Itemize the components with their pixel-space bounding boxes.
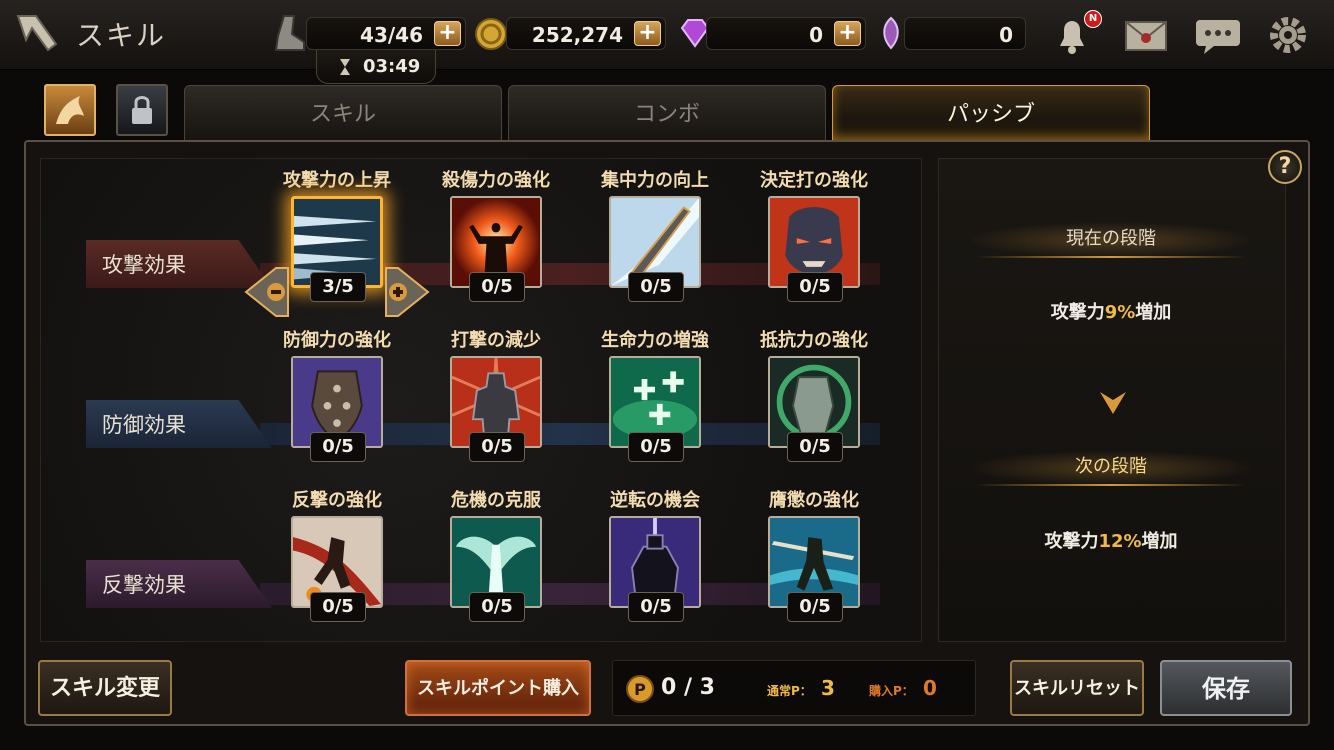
notification-button[interactable]: N <box>1046 10 1102 58</box>
help-button[interactable]: ? <box>1268 150 1302 184</box>
skill-name: 抵抗力の強化 <box>760 330 868 351</box>
skill-points-display: P 0 / 3 通常P： 3 購入P： 0 <box>612 660 976 716</box>
dragon-icon <box>56 96 84 124</box>
level-down-button[interactable] <box>242 264 292 320</box>
skill-level: 0/5 <box>469 592 525 622</box>
next-effect-suffix: 増加 <box>1141 531 1178 552</box>
skill-name: 逆転の機会 <box>610 490 700 511</box>
chat-icon[interactable] <box>1192 12 1244 58</box>
save-button[interactable]: 保存 <box>1160 660 1292 716</box>
skill-points-value: 0 / 3 <box>661 675 715 700</box>
skill-level: 0/5 <box>310 432 366 462</box>
next-effect-prefix: 攻撃力 <box>1044 531 1099 552</box>
skill-level: 0/5 <box>628 272 684 302</box>
skill-decisive-blow[interactable]: 決定打の強化 0/5 <box>744 166 884 302</box>
notification-badge: N <box>1084 10 1102 28</box>
current-effect-suffix: 増加 <box>1135 302 1172 323</box>
skill-level: 0/5 <box>628 592 684 622</box>
skill-defense-up[interactable]: 防御力の強化 0/5 <box>267 326 407 462</box>
gold-counter: 252,274 + <box>506 17 666 50</box>
gear-icon[interactable] <box>1262 12 1314 58</box>
page-title: スキル <box>76 19 167 52</box>
gem-plus-button[interactable]: + <box>834 21 861 46</box>
stamina-timer-text: 03:49 <box>363 56 421 77</box>
skill-name: 危機の克服 <box>451 490 541 511</box>
boot-icon <box>274 15 305 51</box>
skill-attack-up[interactable]: 攻撃力の上昇 3/5 <box>267 166 407 302</box>
skill-level: 0/5 <box>469 272 525 302</box>
stamina-timer: 03:49 <box>316 50 436 84</box>
purchase-points-value: 0 <box>923 676 937 700</box>
gold-value: 252,274 <box>531 23 623 47</box>
stamina-plus-button[interactable]: + <box>434 21 461 46</box>
svg-text:P: P <box>634 680 646 699</box>
back-arrow-icon[interactable] <box>12 10 64 56</box>
top-bar: スキル 43/46 + 03:49 252,274 + 0 + 0 N <box>0 0 1334 84</box>
dragon-mode-button[interactable] <box>44 84 96 136</box>
skill-name: 攻撃力の上昇 <box>283 170 391 191</box>
skill-level: 0/5 <box>787 432 843 462</box>
change-skill-button[interactable]: スキル変更 <box>38 660 172 716</box>
skill-lethality[interactable]: 殺傷力の強化 0/5 <box>426 166 566 302</box>
purchase-points-label: 購入P： <box>869 684 914 698</box>
skill-reversal-chance[interactable]: 逆転の機会 0/5 <box>585 486 725 622</box>
current-stage-label: 現在の段階 <box>966 222 1256 258</box>
skill-name: 膺懲の強化 <box>769 490 859 511</box>
hourglass-icon <box>340 59 350 75</box>
stamina-counter: 43/46 + <box>306 17 466 50</box>
skill-level: 0/5 <box>787 272 843 302</box>
special-currency-value: 0 <box>999 23 1013 47</box>
normal-points-value: 3 <box>821 676 835 700</box>
skill-level: 3/5 <box>310 272 366 302</box>
mail-icon[interactable] <box>1120 12 1172 58</box>
current-effect-value: 9% <box>1104 302 1136 323</box>
skill-name: 打撃の減少 <box>451 330 541 351</box>
tab-skill[interactable]: スキル <box>184 85 502 141</box>
skill-focus-up[interactable]: 集中力の向上 0/5 <box>585 166 725 302</box>
level-up-button[interactable] <box>382 264 432 320</box>
skill-level: 0/5 <box>787 592 843 622</box>
next-stage-text: 攻撃力12%増加 <box>966 527 1256 553</box>
gem-counter: 0 + <box>706 17 866 50</box>
current-stage-text: 攻撃力9%増加 <box>966 298 1256 324</box>
skill-overcome-crisis[interactable]: 危機の克服 0/5 <box>426 486 566 622</box>
skill-level: 0/5 <box>310 592 366 622</box>
stamina-value: 43/46 <box>360 23 423 47</box>
skill-name: 殺傷力の強化 <box>442 170 550 191</box>
tab-combo[interactable]: コンボ <box>508 85 826 141</box>
point-coin-icon: P <box>626 675 654 703</box>
skill-level: 0/5 <box>469 432 525 462</box>
skill-name: 反撃の強化 <box>292 490 382 511</box>
normal-points-label: 通常P： <box>767 684 812 698</box>
skill-name: 防御力の強化 <box>283 330 391 351</box>
skill-name: 決定打の強化 <box>760 170 868 191</box>
skill-vitality-boost[interactable]: 生命力の増強 0/5 <box>585 326 725 462</box>
tab-passive[interactable]: パッシブ <box>832 85 1150 141</box>
skill-level: 0/5 <box>628 432 684 462</box>
gem-value: 0 <box>809 23 823 47</box>
current-effect-prefix: 攻撃力 <box>1050 302 1105 323</box>
special-currency-counter: 0 <box>904 17 1026 50</box>
skill-name: 生命力の増強 <box>601 330 709 351</box>
chevron-down-icon <box>1100 392 1126 414</box>
gold-plus-button[interactable]: + <box>634 21 661 46</box>
skill-chastise-up[interactable]: 膺懲の強化 0/5 <box>744 486 884 622</box>
gold-coin-icon <box>475 18 507 50</box>
lock-icon <box>132 96 152 124</box>
next-stage-label: 次の段階 <box>966 450 1256 486</box>
buy-skill-points-button[interactable]: スキルポイント購入 <box>405 660 591 716</box>
next-effect-value: 12% <box>1098 531 1142 552</box>
skill-name: 集中力の向上 <box>601 170 709 191</box>
skill-reset-button[interactable]: スキルリセット <box>1010 660 1144 716</box>
skill-damage-reduction[interactable]: 打撃の減少 0/5 <box>426 326 566 462</box>
skill-resistance-up[interactable]: 抵抗力の強化 0/5 <box>744 326 884 462</box>
lock-mode-button[interactable] <box>116 84 168 136</box>
skill-counter-up[interactable]: 反撃の強化 0/5 <box>267 486 407 622</box>
